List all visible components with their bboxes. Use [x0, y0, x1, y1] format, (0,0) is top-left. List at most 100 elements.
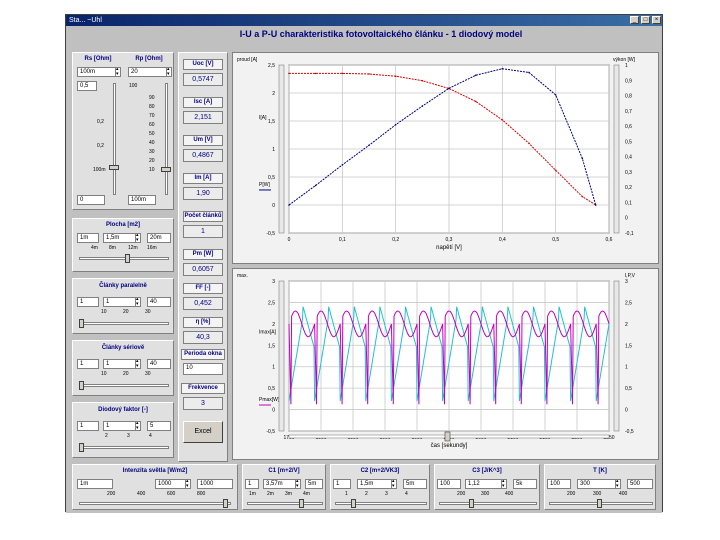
t-input[interactable]: 300: [577, 479, 621, 489]
intenzita-tick: 400: [137, 491, 146, 497]
rs-slider-handle[interactable]: [109, 165, 119, 170]
plocha-slider-handle[interactable]: [125, 254, 130, 263]
t-spinner-icon[interactable]: [615, 480, 620, 488]
x-tick-label: 0,4: [499, 237, 506, 243]
serie-slider-handle[interactable]: [79, 381, 84, 390]
c3-min-field[interactable]: 100: [437, 479, 461, 489]
results-column: Uoc [V] 0,5747 Isc [A] 2,151 Um [V] 0,48…: [178, 52, 228, 462]
y2-tick-label: 0,7: [625, 109, 632, 115]
c3-panel: C3 [J/K^3] 100 1,12 5k 200 300 400: [434, 464, 540, 510]
paralel-slider-handle[interactable]: [79, 319, 84, 328]
intenzita-max-field[interactable]: 1000: [197, 479, 233, 489]
y2-tick-label: 0: [625, 216, 628, 222]
paralel-min-field[interactable]: 1: [77, 297, 99, 307]
c2-slider-track[interactable]: [335, 502, 427, 505]
y-tick-label: -0,5: [266, 429, 275, 435]
current-point: [394, 75, 397, 77]
diodovy-input[interactable]: 1: [103, 421, 141, 431]
c2-max-field[interactable]: 5m: [403, 479, 427, 489]
rs-tick: 100m: [93, 167, 106, 173]
rp-spinner-icon[interactable]: [166, 68, 171, 76]
im-label: Im [A]: [183, 173, 223, 184]
diodovy-spinner-icon[interactable]: [135, 422, 140, 430]
c2-input[interactable]: 1,5m: [357, 479, 397, 489]
perioda-label: Perioda okna: [181, 349, 225, 360]
serie-min-field[interactable]: 1: [77, 359, 99, 369]
c3-slider-handle[interactable]: [469, 499, 474, 508]
page-title: I-U a P-U charakteristika fotovoltaickéh…: [239, 29, 523, 39]
current-point: [288, 72, 290, 75]
serie-max-field[interactable]: 40: [147, 359, 171, 369]
paralel-slider-track[interactable]: [79, 322, 169, 325]
plocha-spinner-icon[interactable]: [135, 234, 140, 242]
isc-value: 2,151: [183, 111, 223, 124]
paralel-input[interactable]: 1: [103, 297, 141, 307]
intenzita-input[interactable]: 1000: [155, 479, 191, 489]
c3-input[interactable]: 1,12: [465, 479, 507, 489]
diodovy-slider-track[interactable]: [79, 446, 169, 449]
c2-min-field[interactable]: 1: [333, 479, 351, 489]
frekvence-value[interactable]: 3: [183, 397, 223, 410]
diodovy-slider-handle[interactable]: [79, 443, 84, 452]
c1-slider-track[interactable]: [247, 502, 323, 505]
rs-min-field[interactable]: 0: [77, 195, 105, 205]
c1-min-field[interactable]: 1: [245, 479, 259, 489]
intenzita-slider-handle[interactable]: [223, 499, 228, 508]
close-icon[interactable]: ×: [652, 16, 661, 24]
minimize-icon[interactable]: _: [630, 16, 639, 24]
y2-tick-label: -0,5: [625, 429, 634, 435]
im-value: 1,90: [183, 187, 223, 200]
rs-input[interactable]: 100m: [77, 67, 121, 77]
c2-tick: 1: [345, 491, 348, 497]
rp-tick: 90: [149, 95, 155, 101]
serie-input[interactable]: 1: [103, 359, 141, 369]
c2-spinner-icon[interactable]: [391, 480, 396, 488]
current-point: [554, 169, 557, 172]
uoc-value: 0,5747: [183, 73, 223, 86]
right-scrollbar: [613, 64, 620, 234]
paralel-max-field[interactable]: 40: [147, 297, 171, 307]
serie-spinner-icon[interactable]: [135, 360, 140, 368]
t-slider-handle[interactable]: [597, 499, 602, 508]
t-min-field[interactable]: 100: [547, 479, 571, 489]
t-max-field[interactable]: 500: [627, 479, 653, 489]
rs-spinner-icon[interactable]: [115, 68, 120, 76]
ff-value: 0,452: [183, 297, 223, 310]
frekvence-label: Frekvence: [181, 383, 225, 394]
y2-tick-label: 0,1: [625, 200, 632, 206]
c1-max-field[interactable]: 5m: [305, 479, 323, 489]
paralel-spinner-icon[interactable]: [135, 298, 140, 306]
diodovy-min-field[interactable]: 1: [77, 421, 99, 431]
c3-max-field[interactable]: 5k: [513, 479, 537, 489]
perioda-input[interactable]: 10: [183, 363, 223, 375]
c1-slider-handle[interactable]: [299, 499, 304, 508]
plocha-max-field[interactable]: 20m: [147, 233, 171, 243]
plocha-min-field[interactable]: 1m: [77, 233, 99, 243]
rp-slider-handle[interactable]: [161, 167, 171, 172]
maximize-icon[interactable]: □: [641, 16, 650, 24]
diodovy-max-field[interactable]: 5: [147, 421, 171, 431]
plocha-slider-track[interactable]: [79, 257, 169, 260]
serie-slider-track[interactable]: [79, 384, 169, 387]
rs-slider-track[interactable]: [113, 83, 116, 195]
power-point: [448, 87, 450, 90]
c1-spinner-icon[interactable]: [295, 480, 300, 488]
intenzita-spinner-icon[interactable]: [185, 480, 190, 488]
rs-max-field[interactable]: 0,5: [77, 81, 97, 91]
c3-spinner-icon[interactable]: [501, 480, 506, 488]
y-tick-label: -0,5: [266, 231, 275, 237]
intenzita-min-field[interactable]: 1m: [77, 479, 113, 489]
intenzita-tick: 600: [167, 491, 176, 497]
c3-slider-track[interactable]: [439, 502, 537, 505]
excel-button[interactable]: Excel: [183, 421, 223, 443]
plocha-input[interactable]: 1,5m: [103, 233, 141, 243]
c1-tick: 2m: [267, 491, 274, 497]
rp-input[interactable]: 20: [128, 67, 172, 77]
intenzita-slider-track[interactable]: [79, 502, 231, 505]
rp-slider-track[interactable]: [165, 83, 168, 195]
c2-slider-handle[interactable]: [351, 499, 356, 508]
y-tick-label: 0,5: [268, 386, 275, 392]
rp-tick: 30: [149, 149, 155, 155]
rp-min-field[interactable]: 100m: [128, 195, 156, 205]
c1-input[interactable]: 3,57m: [263, 479, 301, 489]
